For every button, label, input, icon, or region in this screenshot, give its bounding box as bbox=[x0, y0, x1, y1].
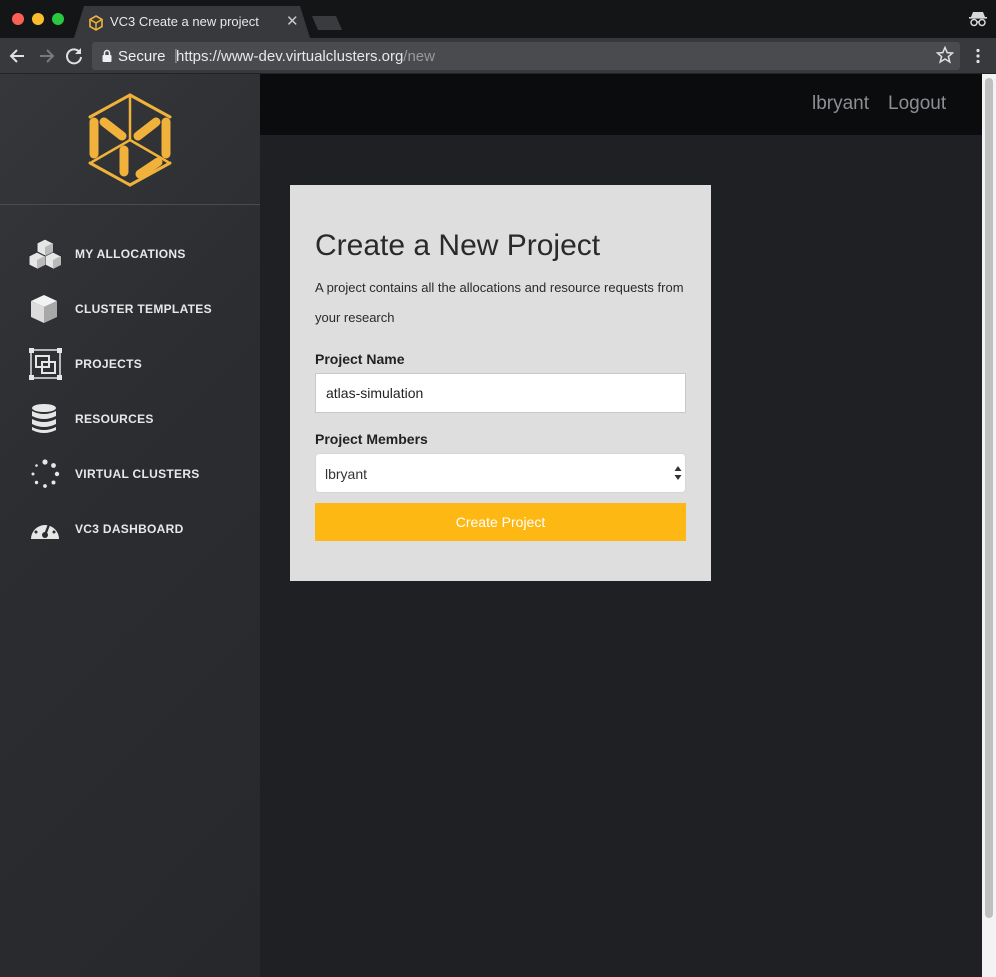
tab-title: VC3 Create a new project bbox=[110, 14, 259, 29]
vc3-favicon-icon bbox=[89, 15, 103, 31]
forward-arrow-icon[interactable] bbox=[36, 46, 56, 66]
project-name-input[interactable] bbox=[315, 373, 686, 413]
project-members-select[interactable]: lbryant bbox=[315, 453, 686, 493]
sidebar-item-label: CLUSTER TEMPLATES bbox=[75, 302, 212, 316]
incognito-icon bbox=[969, 12, 987, 27]
sidebar-item-label: VIRTUAL CLUSTERS bbox=[75, 467, 200, 481]
sidebar-item-cluster-templates[interactable]: CLUSTER TEMPLATES bbox=[0, 286, 260, 332]
cubes-icon bbox=[28, 238, 62, 270]
sidebar-item-label: PROJECTS bbox=[75, 357, 143, 371]
spinner-icon bbox=[31, 459, 60, 488]
browser-menu-icon[interactable] bbox=[970, 48, 986, 64]
page-description: A project contains all the allocations a… bbox=[315, 280, 684, 325]
url-text: https://www-dev.virtualclusters.org/new bbox=[176, 48, 435, 65]
create-project-card: Create a New Project A project contains … bbox=[290, 185, 711, 581]
page-title: Create a New Project bbox=[315, 229, 601, 262]
sidebar-item-label: RESOURCES bbox=[75, 412, 154, 426]
maximize-window-button[interactable] bbox=[52, 13, 64, 25]
back-arrow-icon[interactable] bbox=[8, 46, 28, 66]
new-tab-button[interactable] bbox=[312, 16, 342, 30]
secure-label: Secure bbox=[118, 48, 166, 65]
sidebar: MY ALLOCATIONS CLUSTER TEMPLATES PROJECT… bbox=[0, 74, 260, 977]
sidebar-item-resources[interactable]: RESOURCES bbox=[0, 396, 260, 442]
sidebar-item-virtual-clusters[interactable]: VIRTUAL CLUSTERS bbox=[0, 451, 260, 497]
select-arrows-icon bbox=[674, 466, 682, 480]
sidebar-item-projects[interactable]: PROJECTS bbox=[0, 341, 260, 387]
address-bar[interactable]: Secure | https://www-dev.virtualclusters… bbox=[92, 42, 960, 70]
sidebar-item-label: VC3 DASHBOARD bbox=[75, 522, 184, 536]
minimize-window-button[interactable] bbox=[32, 13, 44, 25]
browser-titlebar: VC3 Create a new project ✕ bbox=[0, 0, 996, 38]
url-path: /new bbox=[403, 48, 435, 65]
vc3-logo[interactable] bbox=[82, 92, 178, 188]
project-name-label: Project Name bbox=[315, 351, 405, 367]
sidebar-divider bbox=[0, 204, 260, 205]
bookmark-star-icon[interactable] bbox=[936, 46, 954, 64]
url-host: https://www-dev.virtualclusters.org bbox=[176, 48, 404, 65]
sidebar-item-my-allocations[interactable]: MY ALLOCATIONS bbox=[0, 231, 260, 277]
create-project-button[interactable]: Create Project bbox=[315, 503, 686, 541]
projects-icon bbox=[29, 348, 62, 380]
reload-icon[interactable] bbox=[64, 46, 84, 66]
dashboard-icon bbox=[31, 520, 59, 539]
browser-toolbar: Secure | https://www-dev.virtualclusters… bbox=[0, 38, 996, 74]
sidebar-item-label: MY ALLOCATIONS bbox=[75, 247, 186, 261]
close-window-button[interactable] bbox=[12, 13, 24, 25]
username-link[interactable]: lbryant bbox=[812, 93, 869, 115]
top-header: lbryant Logout bbox=[260, 74, 982, 135]
sidebar-item-vc3-dashboard[interactable]: VC3 DASHBOARD bbox=[0, 506, 260, 552]
scrollbar-thumb[interactable] bbox=[985, 78, 993, 918]
database-icon bbox=[32, 404, 56, 433]
lock-icon bbox=[102, 49, 112, 62]
cube-icon bbox=[31, 295, 57, 323]
project-members-value: lbryant bbox=[325, 466, 368, 482]
tab-close-icon[interactable]: ✕ bbox=[286, 12, 299, 32]
project-members-label: Project Members bbox=[315, 431, 428, 447]
logout-link[interactable]: Logout bbox=[888, 93, 946, 115]
